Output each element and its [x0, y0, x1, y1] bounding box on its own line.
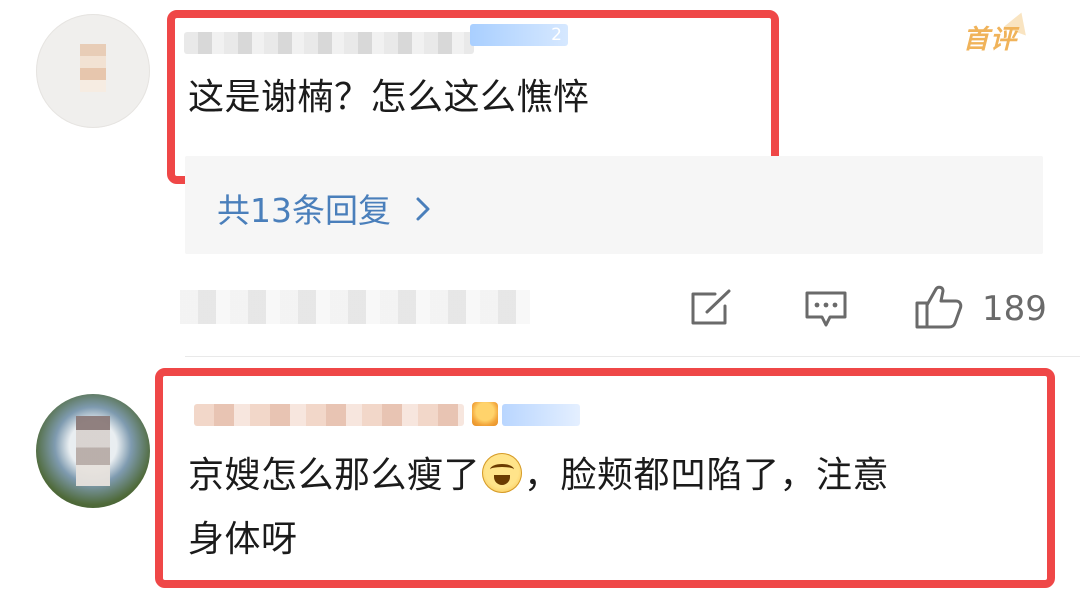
avatar-image	[76, 416, 110, 486]
commenter-avatar[interactable]	[36, 14, 150, 128]
comment-meta-blurred	[180, 290, 530, 324]
share-icon[interactable]	[690, 288, 732, 330]
commenter-avatar[interactable]	[36, 394, 150, 508]
chevron-right-icon	[414, 191, 432, 230]
avatar-image	[80, 44, 106, 92]
highlight-box	[155, 368, 1055, 588]
like-count: 189	[982, 289, 1047, 329]
view-replies-label: 共13条回复	[217, 191, 391, 230]
like-icon[interactable]	[914, 283, 964, 335]
view-replies-link[interactable]: 共13条回复	[217, 184, 432, 232]
comment-divider	[185, 356, 1080, 357]
first-comment-badge: 首评	[963, 25, 1018, 55]
comment-icon[interactable]	[804, 289, 848, 333]
